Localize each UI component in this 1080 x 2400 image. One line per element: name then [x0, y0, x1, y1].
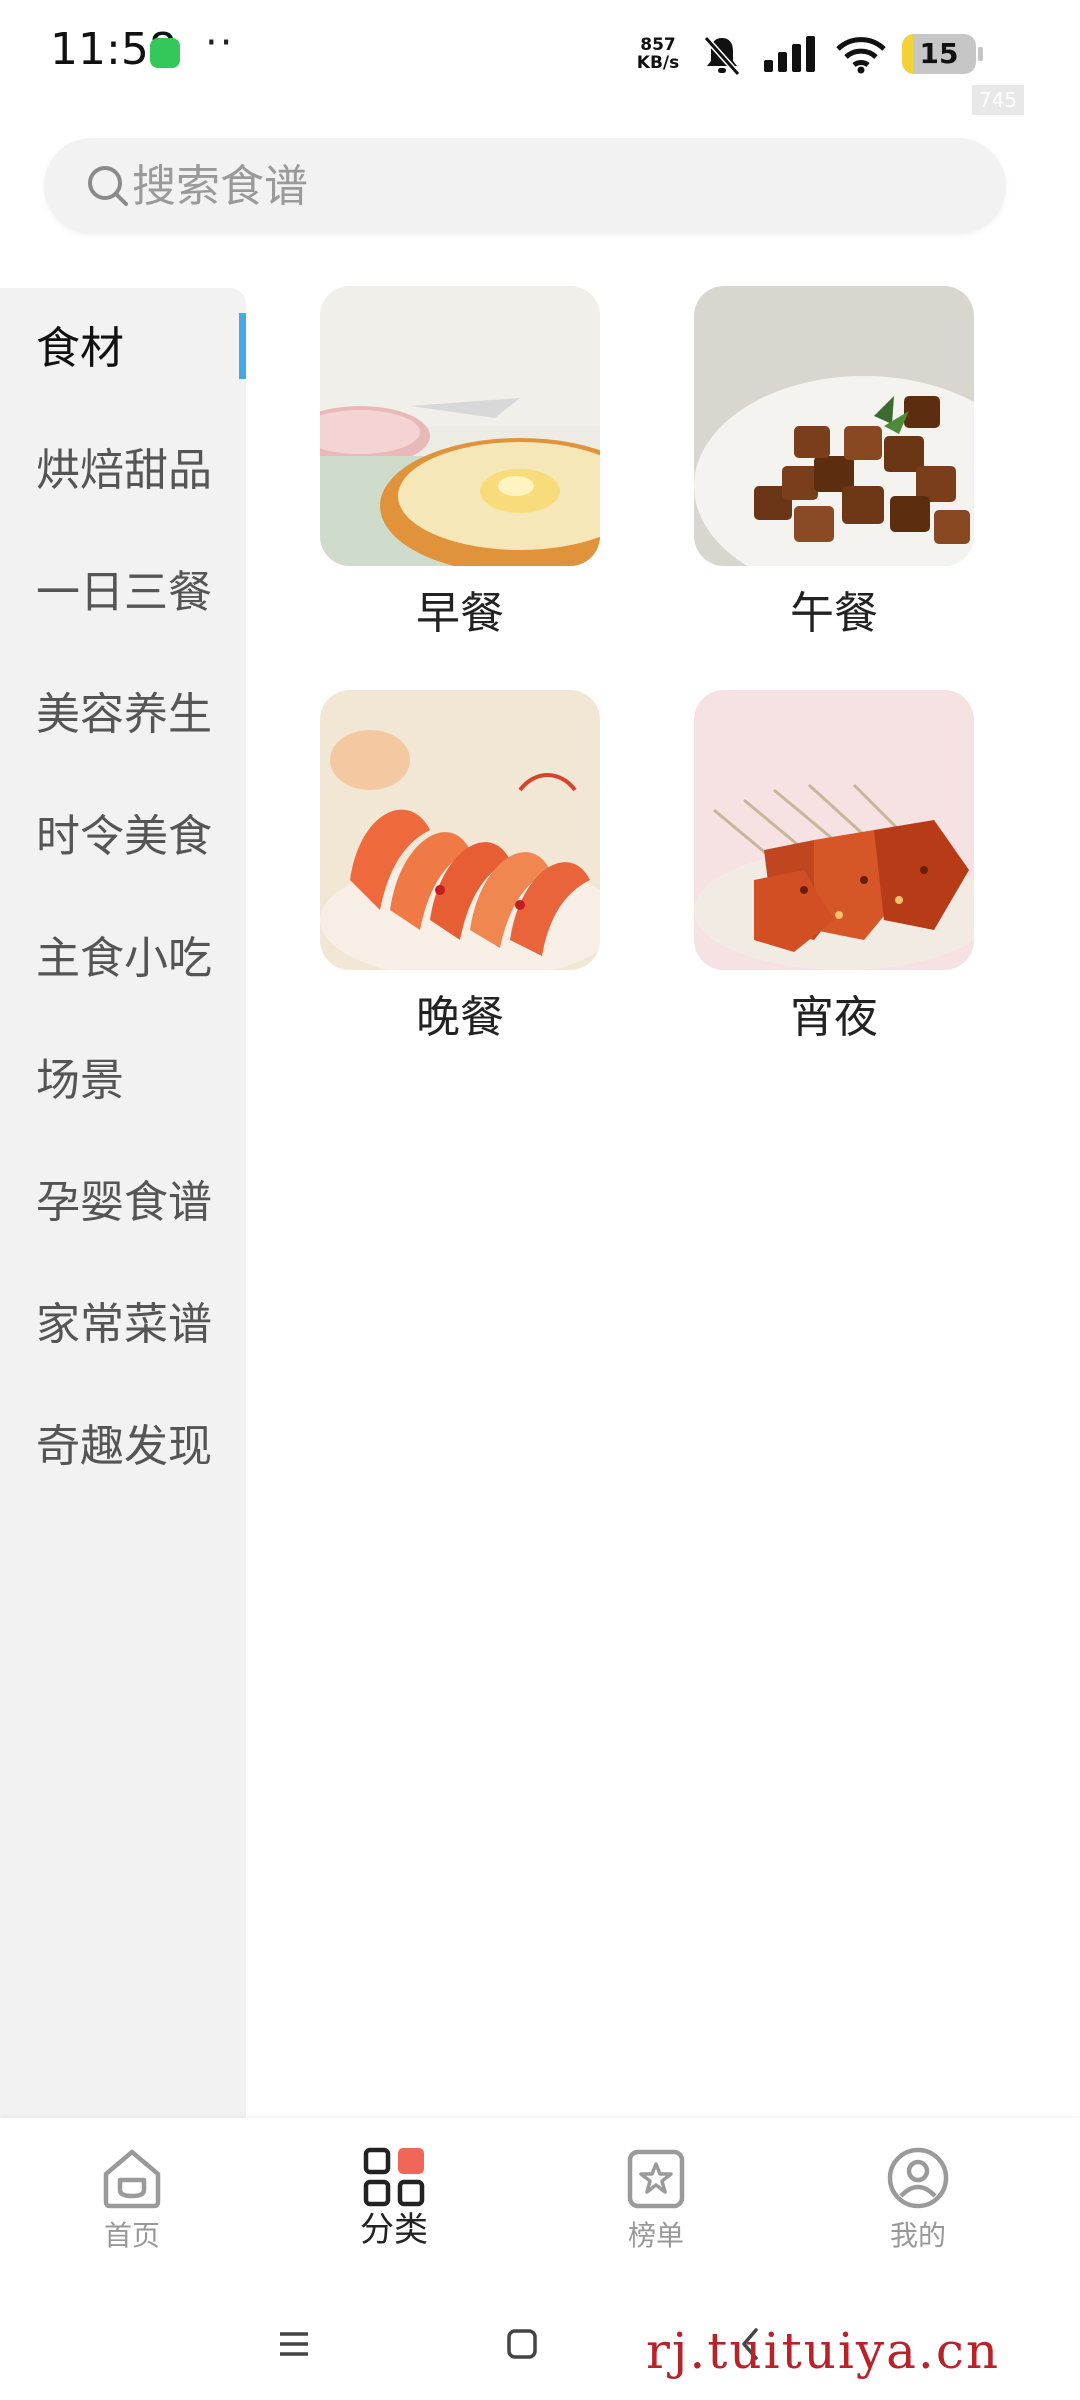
network-speed-unit: KB/s: [636, 53, 680, 73]
sidebar-item-label: 时令美食: [36, 811, 212, 862]
category-card-late-night[interactable]: 宵夜: [694, 690, 974, 1070]
nav-label: 首页: [103, 2219, 160, 2252]
sidebar-item-label: 一日三餐: [36, 567, 212, 618]
watermark-text: rj.tuituiya.cn: [646, 2322, 1001, 2380]
sidebar-item-label: 主食小吃: [36, 933, 212, 984]
network-speed: 857 KB/s: [630, 36, 686, 72]
category-label: 晚餐: [416, 992, 504, 1043]
sidebar-item-label: 烘焙甜品: [36, 445, 212, 496]
app-notification-icon: [150, 38, 180, 68]
sidebar-item-baking-desserts[interactable]: 烘焙甜品: [0, 410, 246, 532]
bottom-navigation: 首页 分类 榜单 我的: [0, 2118, 1080, 2278]
nav-label: 榜单: [627, 2219, 684, 2252]
status-more-dots: ··: [205, 20, 235, 66]
sidebar-item-label: 场景: [36, 1055, 124, 1106]
ranking-star-icon: [627, 2149, 685, 2209]
search-input[interactable]: [132, 138, 972, 234]
sidebar-item-label: 家常菜谱: [36, 1299, 212, 1350]
skewers-late-night-photo: [694, 690, 974, 970]
status-bar: 11:58 ·· 857 KB/s 15 745: [0, 0, 1080, 115]
category-card-dinner[interactable]: 晚餐: [320, 690, 600, 1070]
sidebar-item-label: 食材: [36, 323, 124, 374]
sidebar-item-three-meals[interactable]: 一日三餐: [0, 532, 246, 654]
nav-label: 分类: [360, 2210, 428, 2250]
sidebar-item-label: 奇趣发现: [36, 1421, 212, 1472]
sidebar-item-scenes[interactable]: 场景: [0, 1020, 246, 1142]
shrimp-dinner-photo: [320, 690, 600, 970]
nav-item-profile[interactable]: 我的: [818, 2118, 1018, 2278]
sidebar-item-staples-snacks[interactable]: 主食小吃: [0, 898, 246, 1020]
wifi-icon: [836, 37, 886, 74]
category-sidebar: 食材 烘焙甜品 一日三餐 美容养生 时令美食 主食小吃 场景 孕婴食谱 家常菜谱…: [0, 288, 246, 2118]
category-card-breakfast[interactable]: 早餐: [320, 286, 600, 666]
search-bar[interactable]: [44, 138, 1006, 234]
sidebar-item-seasonal[interactable]: 时令美食: [0, 776, 246, 898]
home-icon: [103, 2149, 161, 2209]
braised-meat-lunch-photo: [694, 286, 974, 566]
battery-level: 15: [919, 37, 959, 70]
sidebar-item-discoveries[interactable]: 奇趣发现: [0, 1386, 246, 1508]
menu-icon[interactable]: [264, 2314, 324, 2374]
category-card-lunch[interactable]: 午餐: [694, 286, 974, 666]
nav-item-category[interactable]: 分类: [294, 2118, 494, 2278]
home-square-icon[interactable]: [492, 2314, 552, 2374]
sidebar-item-maternal-infant[interactable]: 孕婴食谱: [0, 1142, 246, 1264]
nav-item-ranking[interactable]: 榜单: [556, 2118, 756, 2278]
battery-cap: [978, 47, 983, 61]
sidebar-item-label: 美容养生: [36, 689, 212, 740]
nav-item-home[interactable]: 首页: [32, 2118, 232, 2278]
category-grid-icon: [363, 2147, 425, 2207]
battery-icon: 15: [902, 34, 976, 74]
profile-icon: [887, 2147, 949, 2209]
network-speed-value: 857: [640, 35, 676, 55]
fps-badge: 745: [972, 85, 1024, 115]
category-label: 午餐: [790, 588, 878, 639]
nav-label: 我的: [889, 2219, 946, 2252]
sidebar-item-ingredients[interactable]: 食材: [0, 288, 246, 410]
search-icon: [88, 166, 128, 206]
sidebar-item-home-cooking[interactable]: 家常菜谱: [0, 1264, 246, 1386]
category-label: 宵夜: [790, 992, 878, 1043]
bell-off-icon: [703, 36, 741, 76]
sidebar-item-label: 孕婴食谱: [36, 1177, 212, 1228]
category-label: 早餐: [416, 588, 504, 639]
signal-icon: [764, 36, 815, 72]
sidebar-item-beauty-health[interactable]: 美容养生: [0, 654, 246, 776]
toast-breakfast-photo: [320, 286, 600, 566]
active-indicator: [239, 313, 246, 379]
